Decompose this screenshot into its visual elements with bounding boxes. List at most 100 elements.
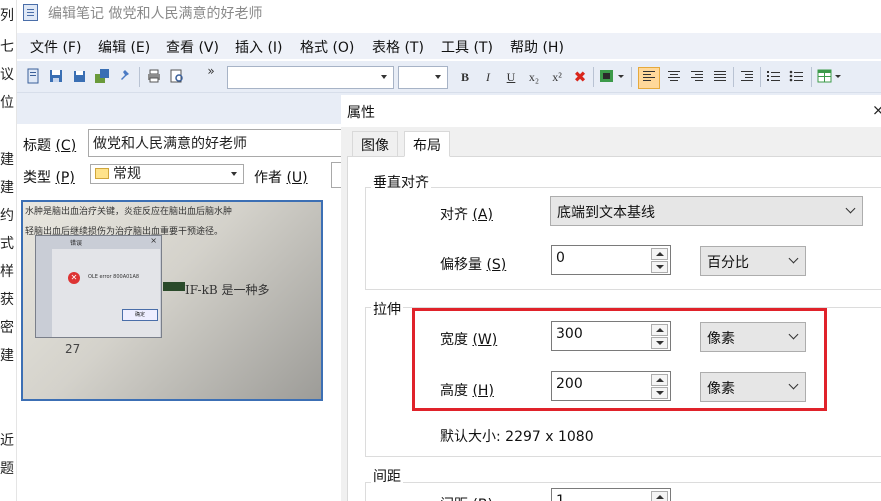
italic-button[interactable]: I xyxy=(479,68,497,86)
photo-dialog-close: × xyxy=(150,236,157,245)
offset-spinbox[interactable]: 0 xyxy=(551,245,671,275)
chevron-down-icon xyxy=(845,203,856,214)
title-input[interactable]: 做党和人民满意的好老师 xyxy=(88,129,348,157)
print-preview-icon[interactable] xyxy=(168,68,186,86)
spacing-spinbox[interactable]: 1 xyxy=(551,488,671,501)
align-center-icon[interactable] xyxy=(665,68,683,86)
strip-fragment: 近 xyxy=(0,433,14,449)
clear-format-button[interactable]: ✖ xyxy=(571,68,589,86)
underline-button[interactable]: U xyxy=(502,68,520,86)
strip-fragment: 样 xyxy=(0,264,14,280)
align-select[interactable]: 底端到文本基线 xyxy=(550,196,863,226)
tab-image[interactable]: 图像 xyxy=(352,131,398,157)
export-icon[interactable] xyxy=(93,68,111,86)
type-label: 类型 (P) xyxy=(23,170,75,186)
align-left-icon[interactable] xyxy=(638,67,660,89)
vertical-align-group-label: 垂直对齐 xyxy=(371,172,431,192)
notebook-icon xyxy=(23,4,38,21)
font-size-combo[interactable] xyxy=(398,66,448,89)
menu-bar: 文件 (F) 编辑 (E) 查看 (V) 插入 (I) 格式 (O) 表格 (T… xyxy=(17,33,881,59)
type-select[interactable]: 常规 xyxy=(90,164,244,184)
new-document-icon[interactable] xyxy=(24,68,42,86)
menu-help[interactable]: 帮助 (H) xyxy=(510,37,564,57)
menu-table[interactable]: 表格 (T) xyxy=(372,37,424,57)
strip-fragment: 位 xyxy=(0,95,14,111)
align-right-icon[interactable] xyxy=(688,68,706,86)
default-size-text: 默认大小: 2297 x 1080 xyxy=(440,429,594,445)
strip-fragment: 式 xyxy=(0,236,14,252)
strip-fragment: 约 xyxy=(0,208,14,224)
strip-fragment: 建 xyxy=(0,348,14,364)
strip-fragment: 建 xyxy=(0,152,14,168)
background-document-strip: 列 七 议 位 建 建 约 式 样 获 密 建 近 题 xyxy=(0,0,17,501)
strip-fragment: 议 xyxy=(0,67,14,83)
spacing-label: 间距 (B) xyxy=(440,494,493,501)
spin-up-icon[interactable] xyxy=(651,491,668,501)
photo-dialog-title: 错误 xyxy=(70,240,83,247)
title-label: 标题 (C) xyxy=(23,138,77,154)
spacing-group-label: 间距 xyxy=(371,466,403,486)
menu-file[interactable]: 文件 (F) xyxy=(30,37,81,57)
photo-error-dialog: 错误 × ✕ OLE error 800A01A8 确定 xyxy=(35,235,162,338)
font-name-combo[interactable] xyxy=(227,66,394,89)
strip-fragment: 获 xyxy=(0,292,14,308)
strip-fragment: 题 xyxy=(0,461,14,477)
photo-dialog-body: ✕ OLE error 800A01A8 确定 xyxy=(52,249,160,337)
offset-unit-select[interactable]: 百分比 xyxy=(700,246,806,276)
window-title: 编辑笔记 做党和人民满意的好老师 xyxy=(48,6,263,22)
spin-up-icon[interactable] xyxy=(651,248,668,260)
numbered-list-icon[interactable] xyxy=(765,68,783,86)
menu-view[interactable]: 查看 (V) xyxy=(166,37,219,57)
photo-text-line: 水肿是脑出血治疗关键，炎症反应在脑出血后脑水肿 xyxy=(25,207,233,217)
photo-dialog-message: OLE error 800A01A8 xyxy=(88,274,140,280)
text-color-icon[interactable] xyxy=(599,68,627,86)
spin-down-icon[interactable] xyxy=(651,261,668,273)
folder-icon xyxy=(95,168,109,179)
strip-fragment: 密 xyxy=(0,320,14,336)
save-all-icon[interactable] xyxy=(70,68,88,86)
photo-text-line: IF-kB 是一种多 xyxy=(185,283,270,297)
inserted-image[interactable]: 水肿是脑出血治疗关键，炎症反应在脑出血后脑水肿 轻脑出血后继续损伤为治疗脑出血重… xyxy=(21,200,323,401)
align-justify-icon[interactable] xyxy=(711,68,729,86)
insert-table-icon[interactable] xyxy=(817,68,845,86)
align-label: 对齐 (A) xyxy=(440,207,493,223)
error-icon: ✕ xyxy=(68,272,80,284)
indent-icon[interactable] xyxy=(738,68,756,86)
close-icon[interactable]: × xyxy=(872,101,881,119)
toolbar-separator xyxy=(139,67,140,87)
superscript-button[interactable]: x² xyxy=(548,68,566,86)
menu-format[interactable]: 格式 (O) xyxy=(300,37,354,57)
chevron-down-icon xyxy=(231,172,237,176)
menu-insert[interactable]: 插入 (I) xyxy=(235,37,283,57)
photo-page-number: 27 xyxy=(65,342,81,356)
tab-layout[interactable]: 布局 xyxy=(404,131,450,157)
strip-fragment: 七 xyxy=(0,39,14,55)
author-label: 作者 (U) xyxy=(254,170,308,186)
red-highlight-box xyxy=(412,308,827,411)
properties-titlebar[interactable]: 属性 × xyxy=(341,95,881,127)
menu-tools[interactable]: 工具 (T) xyxy=(441,37,493,57)
photo-bar xyxy=(163,282,185,291)
chevron-down-icon xyxy=(788,253,799,264)
save-icon[interactable] xyxy=(47,68,65,86)
toolbar-separator xyxy=(811,67,812,87)
photo-dialog-ok: 确定 xyxy=(122,309,158,321)
subscript-button[interactable]: x₂ xyxy=(525,68,543,86)
print-icon[interactable] xyxy=(145,68,163,86)
menu-edit[interactable]: 编辑 (E) xyxy=(98,37,150,57)
chevron-down-icon xyxy=(381,75,387,79)
type-value: 常规 xyxy=(113,166,141,182)
strip-fragment: 列 xyxy=(0,8,14,24)
bullet-list-icon[interactable] xyxy=(788,68,806,86)
toolbar-separator xyxy=(593,67,594,87)
toolbar-separator xyxy=(631,67,632,87)
pin-icon[interactable] xyxy=(116,68,134,86)
bold-button[interactable]: B xyxy=(456,68,474,86)
toolbar-separator xyxy=(760,67,761,87)
properties-title: 属性 xyxy=(347,105,375,121)
toolbar-overflow-button[interactable]: » xyxy=(202,62,220,80)
stretch-group-label: 拉伸 xyxy=(371,299,403,319)
window-titlebar[interactable]: 编辑笔记 做党和人民满意的好老师 xyxy=(17,0,881,26)
formatting-toolbar: » B I U x₂ x² ✖ xyxy=(17,61,881,93)
offset-label: 偏移量 (S) xyxy=(440,257,507,273)
